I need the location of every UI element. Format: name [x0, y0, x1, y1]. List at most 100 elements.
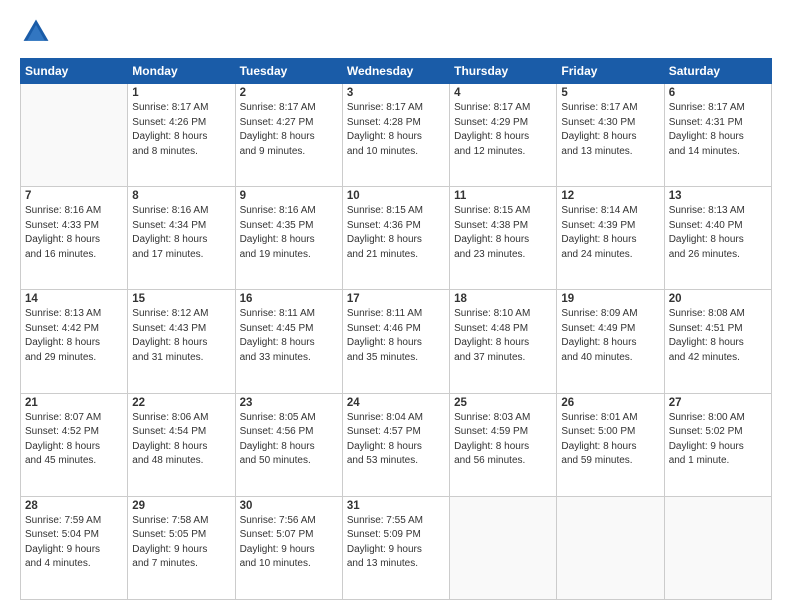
day-number: 19: [561, 293, 659, 305]
day-number: 10: [347, 190, 445, 202]
day-number: 27: [669, 397, 767, 409]
day-cell: 2 Sunrise: 8:17 AM Sunset: 4:27 PM Daylig…: [235, 84, 342, 187]
day-cell: 24 Sunrise: 8:04 AM Sunset: 4:57 PM Dayli…: [342, 393, 449, 496]
day-info: Sunrise: 8:17 AM Sunset: 4:30 PM Dayligh…: [561, 101, 659, 159]
calendar: SundayMondayTuesdayWednesdayThursdayFrid…: [20, 58, 772, 600]
day-info: Sunrise: 7:55 AM Sunset: 5:09 PM Dayligh…: [347, 514, 445, 572]
day-info: Sunrise: 8:08 AM Sunset: 4:51 PM Dayligh…: [669, 307, 767, 365]
day-number: 4: [454, 87, 552, 99]
day-number: 13: [669, 190, 767, 202]
day-cell: 6 Sunrise: 8:17 AM Sunset: 4:31 PM Daylig…: [664, 84, 771, 187]
header: [20, 16, 772, 48]
day-cell: 1Sunrise: 8:17 AM Sunset: 4:26 PM Daylig…: [128, 84, 235, 187]
day-number: 22: [132, 397, 230, 409]
page: SundayMondayTuesdayWednesdayThursdayFrid…: [0, 0, 792, 612]
day-info: Sunrise: 8:17 AM Sunset: 4:28 PM Dayligh…: [347, 101, 445, 159]
column-header-monday: Monday: [128, 59, 235, 84]
day-info: Sunrise: 8:12 AM Sunset: 4:43 PM Dayligh…: [132, 307, 230, 365]
day-info: Sunrise: 8:01 AM Sunset: 5:00 PM Dayligh…: [561, 411, 659, 469]
day-cell: [21, 84, 128, 187]
day-cell: 22 Sunrise: 8:06 AM Sunset: 4:54 PM Dayli…: [128, 393, 235, 496]
day-cell: 25Sunrise: 8:03 AM Sunset: 4:59 PM Dayli…: [450, 393, 557, 496]
day-number: 29: [132, 500, 230, 512]
day-number: 2: [240, 87, 338, 99]
day-number: 7: [25, 190, 123, 202]
header-row: SundayMondayTuesdayWednesdayThursdayFrid…: [21, 59, 772, 84]
day-cell: 31Sunrise: 7:55 AM Sunset: 5:09 PM Dayli…: [342, 496, 449, 599]
day-info: Sunrise: 7:58 AM Sunset: 5:05 PM Dayligh…: [132, 514, 230, 572]
day-cell: 7 Sunrise: 8:16 AM Sunset: 4:33 PM Daylig…: [21, 187, 128, 290]
day-info: Sunrise: 8:09 AM Sunset: 4:49 PM Dayligh…: [561, 307, 659, 365]
day-info: Sunrise: 8:06 AM Sunset: 4:54 PM Dayligh…: [132, 411, 230, 469]
day-cell: 27 Sunrise: 8:00 AM Sunset: 5:02 PM Dayli…: [664, 393, 771, 496]
day-info: Sunrise: 7:59 AM Sunset: 5:04 PM Dayligh…: [25, 514, 123, 572]
day-info: Sunrise: 8:17 AM Sunset: 4:29 PM Dayligh…: [454, 101, 552, 159]
day-info: Sunrise: 8:16 AM Sunset: 4:34 PM Dayligh…: [132, 204, 230, 262]
day-number: 23: [240, 397, 338, 409]
day-info: Sunrise: 8:00 AM Sunset: 5:02 PM Dayligh…: [669, 411, 767, 469]
day-info: Sunrise: 8:03 AM Sunset: 4:59 PM Dayligh…: [454, 411, 552, 469]
day-cell: 10 Sunrise: 8:15 AM Sunset: 4:36 PM Dayli…: [342, 187, 449, 290]
week-row-5: 28Sunrise: 7:59 AM Sunset: 5:04 PM Dayli…: [21, 496, 772, 599]
day-cell: 9 Sunrise: 8:16 AM Sunset: 4:35 PM Daylig…: [235, 187, 342, 290]
day-info: Sunrise: 8:07 AM Sunset: 4:52 PM Dayligh…: [25, 411, 123, 469]
day-info: Sunrise: 8:17 AM Sunset: 4:27 PM Dayligh…: [240, 101, 338, 159]
day-number: 17: [347, 293, 445, 305]
day-cell: 11 Sunrise: 8:15 AM Sunset: 4:38 PM Dayli…: [450, 187, 557, 290]
day-number: 5: [561, 87, 659, 99]
day-info: Sunrise: 8:17 AM Sunset: 4:26 PM Dayligh…: [132, 101, 230, 159]
day-number: 20: [669, 293, 767, 305]
day-cell: [450, 496, 557, 599]
day-number: 14: [25, 293, 123, 305]
day-number: 6: [669, 87, 767, 99]
week-row-4: 21 Sunrise: 8:07 AM Sunset: 4:52 PM Dayli…: [21, 393, 772, 496]
day-number: 26: [561, 397, 659, 409]
day-info: Sunrise: 8:05 AM Sunset: 4:56 PM Dayligh…: [240, 411, 338, 469]
day-number: 11: [454, 190, 552, 202]
day-number: 21: [25, 397, 123, 409]
column-header-saturday: Saturday: [664, 59, 771, 84]
day-number: 9: [240, 190, 338, 202]
day-number: 12: [561, 190, 659, 202]
day-info: Sunrise: 8:04 AM Sunset: 4:57 PM Dayligh…: [347, 411, 445, 469]
column-header-wednesday: Wednesday: [342, 59, 449, 84]
day-info: Sunrise: 8:17 AM Sunset: 4:31 PM Dayligh…: [669, 101, 767, 159]
day-info: Sunrise: 8:13 AM Sunset: 4:40 PM Dayligh…: [669, 204, 767, 262]
day-cell: 20 Sunrise: 8:08 AM Sunset: 4:51 PM Dayli…: [664, 290, 771, 393]
column-header-friday: Friday: [557, 59, 664, 84]
day-cell: 14Sunrise: 8:13 AM Sunset: 4:42 PM Dayli…: [21, 290, 128, 393]
day-info: Sunrise: 8:11 AM Sunset: 4:45 PM Dayligh…: [240, 307, 338, 365]
day-info: Sunrise: 8:10 AM Sunset: 4:48 PM Dayligh…: [454, 307, 552, 365]
day-number: 3: [347, 87, 445, 99]
day-cell: 4 Sunrise: 8:17 AM Sunset: 4:29 PM Daylig…: [450, 84, 557, 187]
day-cell: [557, 496, 664, 599]
week-row-3: 14Sunrise: 8:13 AM Sunset: 4:42 PM Dayli…: [21, 290, 772, 393]
week-row-2: 7 Sunrise: 8:16 AM Sunset: 4:33 PM Daylig…: [21, 187, 772, 290]
day-number: 24: [347, 397, 445, 409]
day-cell: 3 Sunrise: 8:17 AM Sunset: 4:28 PM Daylig…: [342, 84, 449, 187]
day-info: Sunrise: 8:15 AM Sunset: 4:36 PM Dayligh…: [347, 204, 445, 262]
day-cell: 29 Sunrise: 7:58 AM Sunset: 5:05 PM Dayli…: [128, 496, 235, 599]
day-info: Sunrise: 8:16 AM Sunset: 4:35 PM Dayligh…: [240, 204, 338, 262]
day-info: Sunrise: 8:14 AM Sunset: 4:39 PM Dayligh…: [561, 204, 659, 262]
day-info: Sunrise: 8:15 AM Sunset: 4:38 PM Dayligh…: [454, 204, 552, 262]
day-cell: 8 Sunrise: 8:16 AM Sunset: 4:34 PM Daylig…: [128, 187, 235, 290]
day-info: Sunrise: 7:56 AM Sunset: 5:07 PM Dayligh…: [240, 514, 338, 572]
day-cell: 15Sunrise: 8:12 AM Sunset: 4:43 PM Dayli…: [128, 290, 235, 393]
day-cell: 26 Sunrise: 8:01 AM Sunset: 5:00 PM Dayli…: [557, 393, 664, 496]
day-cell: 12 Sunrise: 8:14 AM Sunset: 4:39 PM Dayli…: [557, 187, 664, 290]
week-row-1: 1Sunrise: 8:17 AM Sunset: 4:26 PM Daylig…: [21, 84, 772, 187]
day-info: Sunrise: 8:11 AM Sunset: 4:46 PM Dayligh…: [347, 307, 445, 365]
column-header-thursday: Thursday: [450, 59, 557, 84]
column-header-sunday: Sunday: [21, 59, 128, 84]
day-cell: 16Sunrise: 8:11 AM Sunset: 4:45 PM Dayli…: [235, 290, 342, 393]
day-cell: 21 Sunrise: 8:07 AM Sunset: 4:52 PM Dayli…: [21, 393, 128, 496]
logo: [20, 16, 56, 48]
day-info: Sunrise: 8:16 AM Sunset: 4:33 PM Dayligh…: [25, 204, 123, 262]
day-number: 30: [240, 500, 338, 512]
day-cell: 28Sunrise: 7:59 AM Sunset: 5:04 PM Dayli…: [21, 496, 128, 599]
day-number: 8: [132, 190, 230, 202]
day-cell: [664, 496, 771, 599]
day-cell: 30 Sunrise: 7:56 AM Sunset: 5:07 PM Dayli…: [235, 496, 342, 599]
day-cell: 5 Sunrise: 8:17 AM Sunset: 4:30 PM Daylig…: [557, 84, 664, 187]
